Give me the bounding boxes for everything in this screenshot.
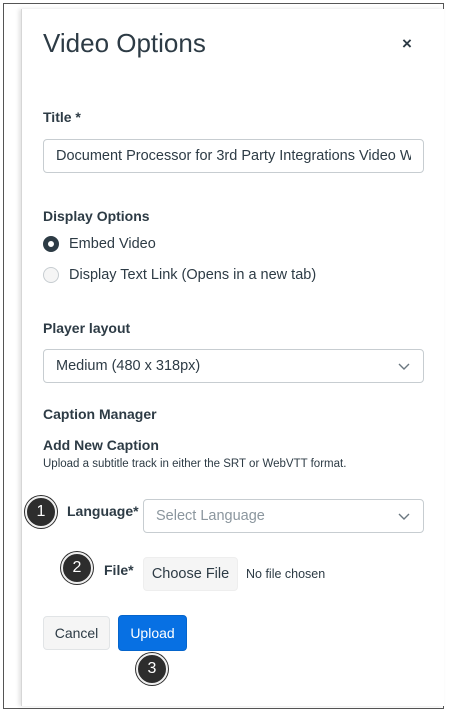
callout-badge-1: 1 [25,496,57,528]
file-status: No file chosen [246,567,326,581]
caption-description: Upload a subtitle track in either the SR… [43,458,347,470]
cancel-button[interactable]: Cancel [43,616,110,650]
title-label: Title * [43,109,81,125]
choose-file-button[interactable]: Choose File [143,557,238,591]
radio-embed-video[interactable]: Embed Video [43,236,156,252]
radio-selected-icon[interactable] [43,236,59,252]
chevron-down-icon [398,363,410,370]
player-layout-label: Player layout [43,320,131,336]
callout-badge-3: 3 [136,653,168,685]
display-options-label: Display Options [43,208,150,224]
file-label: File* [104,562,134,578]
upload-button[interactable]: Upload [118,615,187,651]
chevron-down-icon [398,513,410,520]
radio-unselected-icon[interactable] [43,267,59,283]
title-input[interactable] [43,139,424,173]
callout-badge-2: 2 [61,552,93,584]
language-placeholder: Select Language [156,508,265,524]
radio-display-text-link[interactable]: Display Text Link (Opens in a new tab) [43,267,316,283]
player-layout-value: Medium (480 x 318px) [56,358,201,374]
dialog-title: Video Options [43,28,206,58]
close-icon[interactable]: × [402,34,412,54]
language-label: Language* [67,503,139,519]
caption-manager-label: Caption Manager [43,406,157,422]
radio-embed-video-label: Embed Video [69,236,156,252]
add-new-caption-heading: Add New Caption [43,437,159,453]
radio-display-text-link-label: Display Text Link (Opens in a new tab) [69,267,317,283]
language-select[interactable]: Select Language [143,499,424,533]
player-layout-select[interactable]: Medium (480 x 318px) [43,349,424,383]
